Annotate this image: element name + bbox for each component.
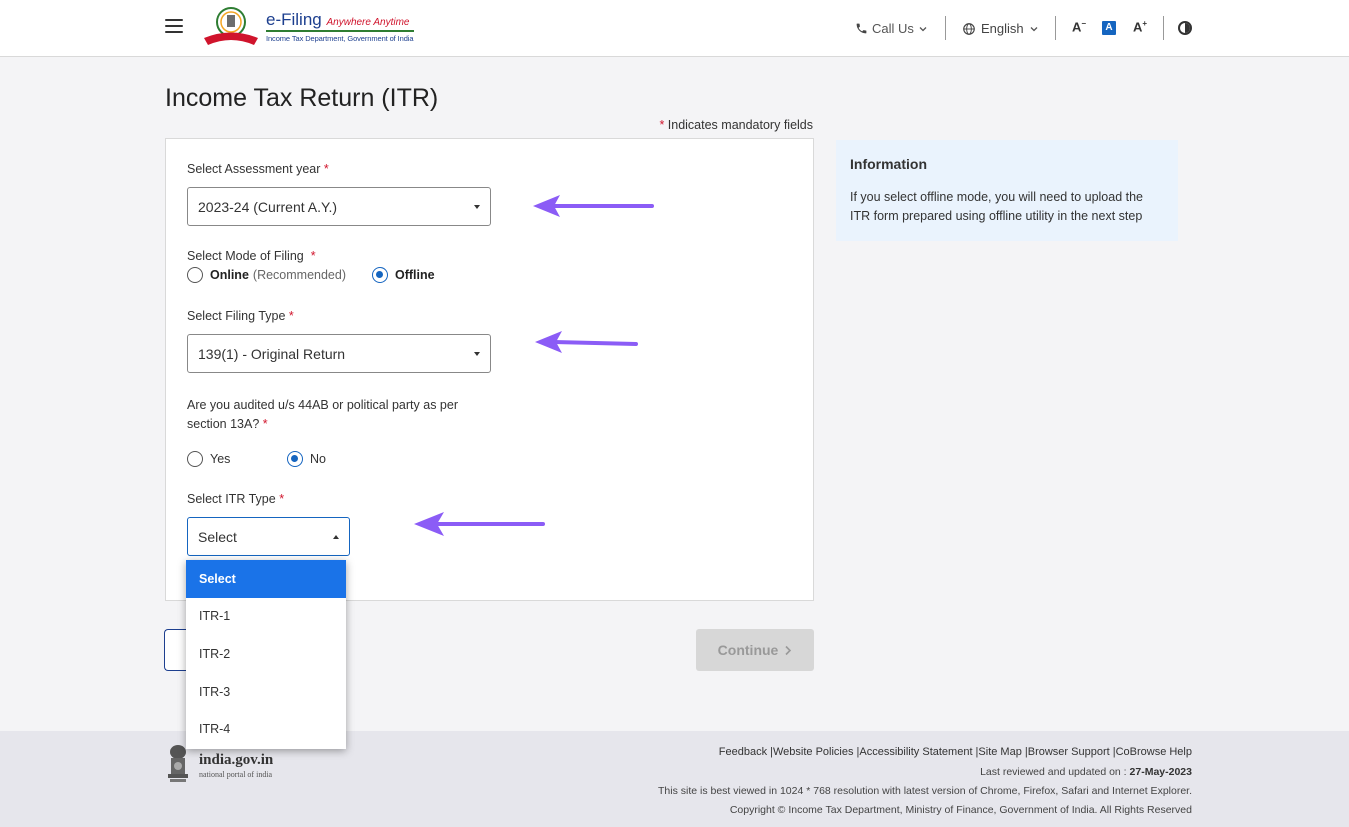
online-label: Online: [210, 268, 249, 282]
info-body: If you select offline mode, you will nee…: [850, 190, 1144, 223]
font-decrease-button[interactable]: A−: [1072, 19, 1086, 34]
yes-radio[interactable]: [187, 451, 203, 467]
font-increase-button[interactable]: A+: [1133, 19, 1147, 34]
reviewed-label: Last reviewed and updated on :: [980, 766, 1127, 778]
copyright-note: Copyright © Income Tax Department, Minis…: [729, 804, 1192, 816]
language-label: English: [981, 21, 1024, 36]
contrast-icon[interactable]: [1178, 21, 1192, 35]
itr-option[interactable]: ITR-3: [186, 673, 346, 711]
no-label: No: [310, 452, 326, 466]
mode-of-filing-label: Select Mode of Filing *: [187, 249, 316, 263]
font-normal-button[interactable]: A: [1102, 21, 1116, 35]
brand-subtitle: Income Tax Department, Government of Ind…: [266, 34, 414, 43]
call-us-label: Call Us: [872, 21, 914, 36]
efiling-logo-emblem[interactable]: [202, 5, 260, 47]
audited-label-line2: section 13A?: [187, 417, 260, 431]
itr-type-select[interactable]: Select: [187, 517, 350, 556]
yes-label: Yes: [210, 452, 231, 466]
mode-offline-option[interactable]: Offline: [372, 267, 435, 283]
filing-type-label-text: Select Filing Type: [187, 309, 286, 323]
header-divider: [1055, 16, 1056, 40]
header-divider: [945, 16, 946, 40]
online-note: (Recommended): [252, 268, 346, 282]
assessment-year-value: 2023-24 (Current A.Y.): [198, 198, 338, 215]
itr-type-label-text: Select ITR Type: [187, 492, 276, 506]
font-increase-label: A: [1133, 19, 1143, 35]
annotation-arrow-icon: [414, 512, 545, 536]
mandatory-note-text: Indicates mandatory fields: [667, 118, 813, 132]
itr-option[interactable]: Select: [186, 560, 346, 598]
page-title: Income Tax Return (ITR): [165, 84, 439, 112]
national-emblem-icon[interactable]: [165, 744, 191, 784]
last-reviewed: Last reviewed and updated on : 27-May-20…: [980, 766, 1192, 778]
annotation-arrow-icon: [535, 331, 638, 353]
online-radio[interactable]: [187, 267, 203, 283]
offline-radio[interactable]: [372, 267, 388, 283]
font-normal-label: A: [1105, 22, 1113, 33]
audited-no-option[interactable]: No: [287, 451, 326, 467]
itr-option[interactable]: ITR-1: [186, 598, 346, 636]
language-selector[interactable]: English: [962, 21, 1039, 36]
mandatory-note: * Indicates mandatory fields: [659, 118, 813, 132]
caret-up-icon: [333, 534, 339, 539]
assessment-year-label: Select Assessment year *: [187, 162, 329, 176]
filing-type-value: 139(1) - Original Return: [198, 345, 346, 362]
annotation-arrow-icon: [533, 195, 654, 217]
phone-icon: [856, 23, 867, 34]
continue-button[interactable]: Continue: [696, 629, 814, 671]
assessment-year-select[interactable]: 2023-24 (Current A.Y.): [187, 187, 491, 226]
filing-type-label: Select Filing Type *: [187, 309, 294, 323]
chevron-right-icon: [785, 645, 792, 655]
best-viewed-note: This site is best viewed in 1024 * 768 r…: [657, 785, 1192, 797]
no-radio[interactable]: [287, 451, 303, 467]
info-title: Information: [850, 156, 927, 172]
top-header: e-Filing Anywhere Anytime Income Tax Dep…: [0, 0, 1349, 57]
audited-label-line1: Are you audited u/s 44AB or political pa…: [187, 398, 458, 412]
caret-down-icon: [474, 351, 480, 356]
portal-subtitle: national portal of india: [199, 770, 273, 779]
chevron-down-icon: [919, 26, 927, 31]
assessment-year-label-text: Select Assessment year: [187, 162, 321, 176]
reviewed-date: 27-May-2023: [1129, 766, 1192, 778]
continue-label: Continue: [717, 642, 779, 658]
footer-links[interactable]: Feedback |Website Policies |Accessibilit…: [719, 746, 1192, 758]
font-decrease-label: A: [1072, 19, 1082, 35]
brand-title: e-Filing Anywhere Anytime: [266, 10, 410, 29]
itr-type-dropdown[interactable]: Select ITR-1 ITR-2 ITR-3 ITR-4: [186, 560, 346, 749]
itr-option[interactable]: ITR-2: [186, 635, 346, 673]
menu-icon[interactable]: [165, 19, 183, 33]
mode-online-option[interactable]: Online (Recommended): [187, 267, 346, 283]
itr-option[interactable]: ITR-4: [186, 710, 346, 748]
offline-label: Offline: [395, 268, 435, 282]
globe-icon: [963, 22, 975, 35]
itr-type-value: Select: [198, 528, 237, 545]
caret-down-icon: [474, 204, 480, 209]
mode-of-filing-label-text: Select Mode of Filing: [187, 249, 304, 263]
audited-yes-option[interactable]: Yes: [187, 451, 230, 467]
chevron-down-icon: [1030, 26, 1038, 31]
filing-type-select[interactable]: 139(1) - Original Return: [187, 334, 491, 373]
audited-question-label: Are you audited u/s 44AB or political pa…: [187, 398, 458, 431]
portal-name[interactable]: india.gov.in: [199, 752, 273, 769]
header-divider: [1163, 16, 1164, 40]
information-panel: Information If you select offline mode, …: [836, 140, 1178, 241]
call-us-menu[interactable]: Call Us: [855, 21, 928, 36]
itr-type-label: Select ITR Type *: [187, 492, 285, 506]
brand-underline: [266, 30, 414, 32]
